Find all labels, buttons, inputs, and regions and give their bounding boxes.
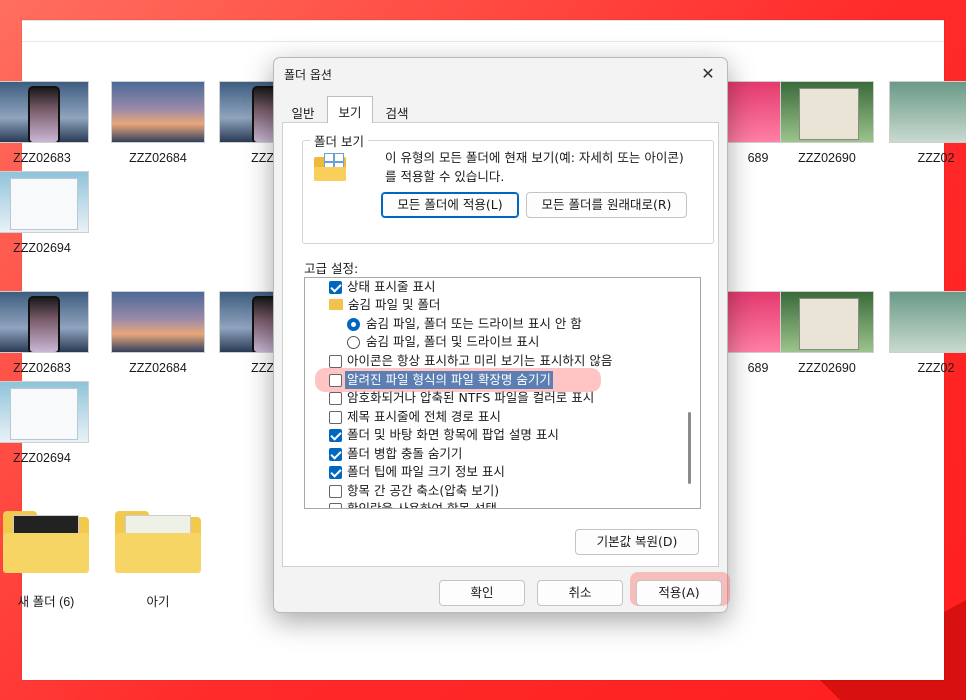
folder-item[interactable]: 새 폴더 (6) [0, 511, 94, 610]
image-thumbnail [889, 81, 966, 143]
file-name: ZZZ02683 [13, 361, 71, 375]
image-thumbnail [889, 291, 966, 353]
setting-hidden-files-group: 숨김 파일 및 폴더 [305, 296, 685, 314]
folder-view-description: 이 유형의 모든 폴더에 현재 보기(예: 자세히 또는 아이콘)를 적용할 수… [385, 150, 684, 184]
setting-folder-size-tips[interactable]: 폴더 팁에 파일 크기 정보 표시 [305, 463, 685, 481]
folder-item[interactable]: 아기 [110, 511, 206, 610]
setting-label: 확인란을 사용하여 항목 선택 [347, 501, 497, 509]
close-icon[interactable]: ✕ [695, 62, 721, 86]
folder-icon [115, 511, 201, 573]
checkbox[interactable] [329, 485, 342, 498]
folder-name: 새 폴더 (6) [17, 595, 75, 609]
tab-search[interactable]: 검색 [379, 100, 415, 122]
file-thumbnail[interactable]: ZZZ02683 [0, 81, 90, 165]
setting-checkbox-select[interactable]: 확인란을 사용하여 항목 선택 [305, 500, 685, 509]
advanced-settings-list[interactable]: 상태 표시줄 표시 숨김 파일 및 폴더 숨김 파일, 폴더 또는 드라이브 표… [304, 277, 701, 509]
file-thumbnail[interactable]: ZZZ02684 [110, 291, 206, 375]
file-thumbnail[interactable]: ZZZ02690 [779, 291, 875, 375]
setting-hide-merge-conflicts[interactable]: 폴더 병합 충돌 숨기기 [305, 445, 685, 463]
setting-label: 제목 표시줄에 전체 경로 표시 [347, 409, 501, 424]
tab-view[interactable]: 보기 [327, 96, 373, 123]
file-name: ZZZ02690 [798, 151, 856, 165]
image-thumbnail [0, 171, 89, 233]
setting-dont-show-hidden[interactable]: 숨김 파일, 폴더 또는 드라이브 표시 안 함 [305, 315, 685, 333]
image-thumbnail [780, 81, 874, 143]
file-name: ZZZ02 [917, 151, 955, 165]
folder-view-icon [314, 153, 346, 181]
setting-always-show-icons[interactable]: 아이콘은 항상 표시하고 미리 보기는 표시하지 않음 [305, 352, 685, 370]
file-thumbnail[interactable]: ZZZ02694 [0, 171, 90, 255]
file-name: ZZZ02690 [798, 361, 856, 375]
reset-folders-button[interactable]: 모든 폴더를 원래대로(R) [526, 192, 687, 218]
setting-status-bar[interactable]: 상태 표시줄 표시 [305, 278, 685, 296]
setting-label: 폴더 팁에 파일 크기 정보 표시 [347, 464, 505, 479]
setting-color-ntfs[interactable]: 암호화되거나 압축된 NTFS 파일을 컬러로 표시 [305, 389, 685, 407]
file-thumbnail[interactable]: ZZZ02694 [0, 381, 90, 465]
setting-label: 숨김 파일 및 폴더 [348, 297, 441, 312]
image-thumbnail [111, 81, 205, 143]
cancel-button[interactable]: 취소 [537, 580, 623, 606]
checkbox[interactable] [329, 503, 342, 508]
checkbox[interactable] [329, 429, 342, 442]
setting-label: 숨김 파일, 폴더 및 드라이브 표시 [366, 334, 540, 349]
file-thumbnail[interactable]: ZZZ02 [888, 291, 966, 375]
folder-view-label: 폴더 보기 [310, 131, 368, 150]
setting-label: 숨김 파일, 폴더 또는 드라이브 표시 안 함 [366, 316, 582, 331]
checkbox[interactable] [329, 448, 342, 461]
setting-compact-view[interactable]: 항목 간 공간 축소(압축 보기) [305, 482, 685, 500]
image-thumbnail [0, 291, 89, 353]
scrollbar-thumb[interactable] [688, 412, 691, 484]
setting-hide-extensions[interactable]: 알려진 파일 형식의 파일 확장명 숨기기 [305, 371, 685, 389]
setting-full-path-title[interactable]: 제목 표시줄에 전체 경로 표시 [305, 408, 685, 426]
image-thumbnail [0, 81, 89, 143]
apply-to-all-folders-button[interactable]: 모든 폴더에 적용(L) [381, 192, 519, 218]
tab-general[interactable]: 일반 [286, 100, 320, 122]
setting-show-hidden[interactable]: 숨김 파일, 폴더 및 드라이브 표시 [305, 333, 685, 351]
checkbox[interactable] [329, 392, 342, 405]
setting-label: 항목 간 공간 축소(압축 보기) [347, 483, 500, 498]
radio-button[interactable] [347, 336, 360, 349]
dialog-title: 폴더 옵션 [284, 68, 332, 82]
explorer-divider [22, 41, 944, 42]
checkbox[interactable] [329, 355, 342, 368]
folder-options-dialog: 폴더 옵션 ✕ 일반 보기 검색 폴더 보기 이 유형의 모든 폴더에 현재 보… [273, 57, 730, 613]
folder-icon [329, 299, 343, 310]
setting-label: 아이콘은 항상 표시하고 미리 보기는 표시하지 않음 [347, 353, 613, 368]
setting-label: 폴더 병합 충돌 숨기기 [347, 446, 463, 461]
file-name: ZZZ02694 [13, 451, 71, 465]
file-name: ZZZ02 [917, 361, 955, 375]
setting-popup-descriptions[interactable]: 폴더 및 바탕 화면 항목에 팝업 설명 표시 [305, 426, 685, 444]
ok-button[interactable]: 확인 [439, 580, 525, 606]
setting-label: 폴더 및 바탕 화면 항목에 팝업 설명 표시 [347, 427, 559, 442]
restore-defaults-button[interactable]: 기본값 복원(D) [575, 529, 699, 555]
radio-button[interactable] [347, 318, 360, 331]
setting-label: 암호화되거나 압축된 NTFS 파일을 컬러로 표시 [347, 390, 595, 405]
file-name: ZZZ02684 [129, 151, 187, 165]
checkbox[interactable] [329, 281, 342, 294]
image-thumbnail [0, 381, 89, 443]
file-thumbnail[interactable]: ZZZ02683 [0, 291, 90, 375]
setting-label: 알려진 파일 형식의 파일 확장명 숨기기 [345, 371, 553, 389]
advanced-settings-label: 고급 설정: [304, 261, 359, 276]
file-thumbnail[interactable]: ZZZ02684 [110, 81, 206, 165]
folder-name: 아기 [146, 595, 170, 609]
checkbox[interactable] [329, 374, 342, 387]
file-thumbnail[interactable]: ZZZ02 [888, 81, 966, 165]
file-thumbnail[interactable]: ZZZ02690 [779, 81, 875, 165]
folder-icon [3, 511, 89, 573]
checkbox[interactable] [329, 466, 342, 479]
checkbox[interactable] [329, 411, 342, 424]
file-name: ZZZ02684 [129, 361, 187, 375]
setting-label: 상태 표시줄 표시 [347, 279, 436, 294]
image-thumbnail [780, 291, 874, 353]
apply-button[interactable]: 적용(A) [636, 580, 722, 606]
file-name: ZZZ02694 [13, 241, 71, 255]
file-name: ZZZ02683 [13, 151, 71, 165]
image-thumbnail [111, 291, 205, 353]
